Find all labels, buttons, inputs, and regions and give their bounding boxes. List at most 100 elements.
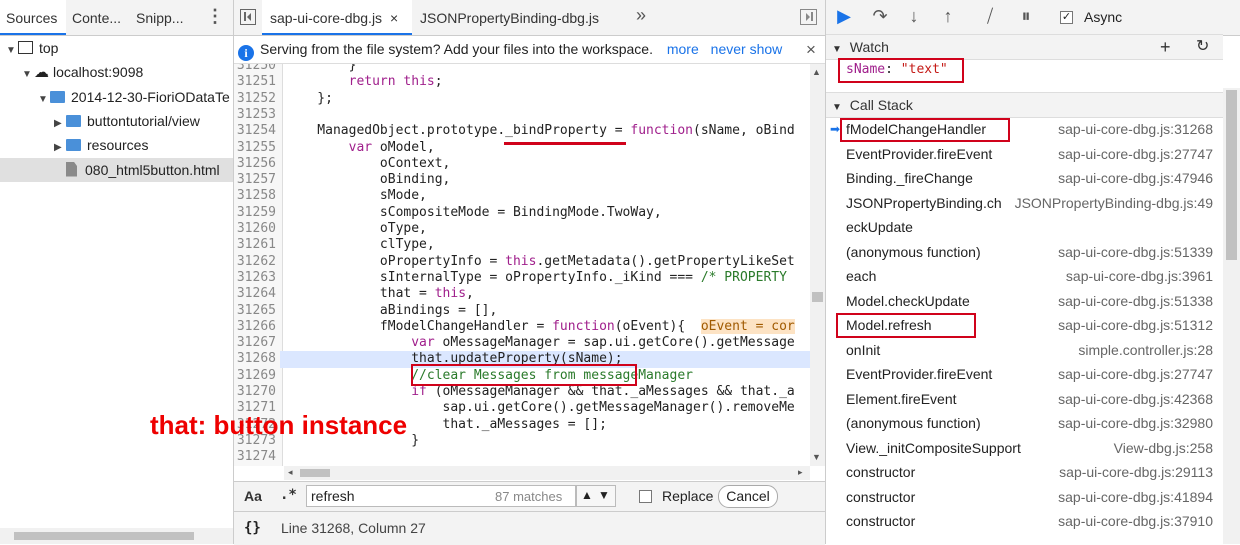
line-number[interactable]: 31264	[234, 286, 280, 303]
line-number[interactable]: 31258	[234, 188, 280, 205]
tree-item[interactable]: ▶ buttontutorial/view	[0, 109, 233, 133]
code-line[interactable]: 31270 if (oMessageManager && that._aMess…	[234, 384, 810, 401]
debugger-vscroll-thumb[interactable]	[1226, 90, 1237, 260]
frame-location[interactable]: sap-ui-core-dbg.js:32980	[1058, 411, 1213, 436]
code-line[interactable]: 31266 fModelChangeHandler = function(oEv…	[234, 318, 810, 336]
line-number[interactable]: 31257	[234, 172, 280, 189]
line-number[interactable]: 31269	[234, 367, 280, 384]
callstack-frame[interactable]: constructor sap-ui-core-dbg.js:41894	[826, 485, 1223, 510]
callstack-frame[interactable]: EventProvider.fireEvent sap-ui-core-dbg.j…	[826, 142, 1223, 167]
callstack-frame[interactable]: Model.checkUpdate sap-ui-core-dbg.js:5133…	[826, 289, 1223, 314]
editor-tab-jsonpropertybinding[interactable]: JSONPropertyBinding-dbg.js	[412, 0, 612, 35]
tree-item[interactable]: ▶ resources	[0, 133, 233, 157]
step-into-icon[interactable]: ↓	[902, 6, 926, 27]
editor-hscroll-thumb[interactable]	[300, 469, 330, 477]
debugger-vscrollbar[interactable]	[1223, 88, 1240, 544]
expand-down-icon[interactable]: ▼	[38, 88, 50, 109]
expand-down-icon[interactable]: ▼	[6, 39, 18, 60]
code-line[interactable]: 31262 oPropertyInfo = this.getMetadata()…	[234, 253, 810, 270]
code-line[interactable]: 31263 sInternalType = oPropertyInfo._iKi…	[234, 269, 810, 287]
line-number[interactable]: 31261	[234, 237, 280, 254]
line-number[interactable]: 31259	[234, 204, 280, 221]
frame-location[interactable]: sap-ui-core-dbg.js:31268	[1058, 117, 1213, 142]
frame-location[interactable]: View-dbg.js:258	[1114, 436, 1213, 461]
callstack-frame[interactable]: constructor sap-ui-core-dbg.js:37910	[826, 509, 1223, 534]
replace-checkbox[interactable]	[639, 490, 652, 503]
frame-location[interactable]: sap-ui-core-dbg.js:51338	[1058, 289, 1213, 314]
more-vert-icon[interactable]: ⋮	[206, 6, 224, 27]
line-number[interactable]: 31250	[234, 64, 280, 75]
tree-item[interactable]: ▼ ☁ localhost:9098	[0, 60, 233, 84]
code-line[interactable]: 31267 var oMessageManager = sap.ui.getCo…	[234, 335, 810, 352]
close-infobar-icon[interactable]: ×	[806, 36, 816, 63]
tree-item[interactable]: ▼ top	[0, 36, 233, 60]
watch-section-header[interactable]: ▼ Watch + ↻	[826, 34, 1223, 60]
code-line[interactable]: 31259 sCompositeMode = BindingMode.TwoWa…	[234, 204, 810, 221]
callstack-frame[interactable]: (anonymous function) sap-ui-core-dbg.js:5…	[826, 240, 1223, 265]
frame-location[interactable]: sap-ui-core-dbg.js:41894	[1058, 485, 1213, 510]
tab-sources[interactable]: Sources	[0, 0, 66, 35]
pause-on-exceptions-icon[interactable]: ⏸	[1014, 6, 1038, 27]
callstack-frame[interactable]: View._initCompositeSupport View-dbg.js:25…	[826, 436, 1223, 461]
frame-location[interactable]: sap-ui-core-dbg.js:47946	[1058, 166, 1213, 191]
scroll-right-icon[interactable]: ▸	[798, 467, 803, 478]
toggle-debugger-icon[interactable]	[800, 9, 817, 25]
add-watch-icon[interactable]: +	[1160, 35, 1171, 59]
editor-vscrollbar[interactable]: ▲ ▼	[810, 64, 825, 466]
cancel-search-button[interactable]: Cancel	[718, 485, 778, 508]
step-out-icon[interactable]: ↑	[936, 6, 960, 27]
line-number[interactable]: 31255	[234, 139, 280, 156]
scroll-down-icon[interactable]: ▼	[812, 452, 821, 462]
code-line[interactable]: 31250 }	[234, 64, 810, 75]
line-number[interactable]: 31266	[234, 318, 280, 336]
infobar-never-show-link[interactable]: never show	[711, 41, 783, 57]
code-line[interactable]: 31264 that = this,	[234, 286, 810, 303]
callstack-frame[interactable]: (anonymous function) sap-ui-core-dbg.js:3…	[826, 411, 1223, 436]
frame-location[interactable]: sap-ui-core-dbg.js:27747	[1058, 142, 1213, 167]
line-number[interactable]: 31253	[234, 106, 280, 124]
infobar-more-link[interactable]: more	[667, 41, 699, 57]
code-line[interactable]: 31257 oBinding,	[234, 172, 810, 189]
code-line[interactable]: 31260 oType,	[234, 221, 810, 238]
frame-location[interactable]: sap-ui-core-dbg.js:51312	[1058, 313, 1213, 338]
search-input[interactable]: refresh 87 matches	[306, 485, 576, 507]
frame-location[interactable]: sap-ui-core-dbg.js:29113	[1059, 460, 1213, 485]
line-number[interactable]: 31265	[234, 302, 280, 319]
callstack-frame[interactable]: eckUpdate	[826, 215, 1223, 240]
code-line[interactable]: 31261 clType,	[234, 237, 810, 254]
find-next-icon[interactable]: ▼	[598, 488, 610, 502]
callstack-frame[interactable]: constructor sap-ui-core-dbg.js:29113	[826, 460, 1223, 485]
tab-content-scripts[interactable]: Conte...	[66, 0, 130, 35]
callstack-frame[interactable]: each sap-ui-core-dbg.js:3961	[826, 264, 1223, 289]
scroll-left-icon[interactable]: ◂	[288, 467, 293, 478]
scroll-up-icon[interactable]: ▲	[812, 67, 821, 77]
callstack-frame[interactable]: Binding._fireChange sap-ui-core-dbg.js:47…	[826, 166, 1223, 191]
regex-toggle[interactable]: .*	[280, 487, 297, 503]
editor-vscroll-thumb[interactable]	[812, 292, 823, 302]
step-over-icon[interactable]: ↷	[868, 6, 892, 27]
line-number[interactable]: 31256	[234, 155, 280, 173]
callstack-frame[interactable]: EventProvider.fireEvent sap-ui-core-dbg.j…	[826, 362, 1223, 387]
line-number[interactable]: 31267	[234, 335, 280, 352]
code-line[interactable]: 31252 };	[234, 90, 810, 107]
code-line[interactable]: 31254 ManagedObject.prototype._bindPrope…	[234, 123, 810, 140]
match-case-toggle[interactable]: Aa	[244, 488, 262, 504]
code-area[interactable]: 31250 } 31251 return this; 31252 }; 31253 31…	[234, 64, 810, 466]
navigator-hscrollbar[interactable]	[0, 528, 233, 544]
line-number[interactable]: 31262	[234, 253, 280, 270]
code-line[interactable]: 31258 sMode,	[234, 188, 810, 205]
tree-item[interactable]: 080_html5button.html	[0, 157, 233, 182]
toggle-navigator-icon[interactable]	[240, 9, 256, 25]
pretty-print-button[interactable]: {}	[244, 512, 261, 544]
code-line[interactable]: 31251 return this;	[234, 74, 810, 91]
line-number[interactable]: 31260	[234, 221, 280, 238]
tree-item[interactable]: ▼ 2014-12-30-FioriODataTe	[0, 85, 233, 109]
callstack-frame[interactable]: JSONPropertyBinding.ch JSONPropertyBindin…	[826, 191, 1223, 216]
callstack-frame[interactable]: Element.fireEvent sap-ui-core-dbg.js:4236…	[826, 387, 1223, 412]
code-line[interactable]: 31256 oContext,	[234, 155, 810, 173]
frame-location[interactable]: sap-ui-core-dbg.js:37910	[1058, 509, 1213, 534]
code-line[interactable]: 31274	[234, 449, 810, 466]
line-number[interactable]: 31263	[234, 269, 280, 287]
refresh-watch-icon[interactable]: ↻	[1196, 35, 1209, 59]
expand-down-icon[interactable]: ▼	[22, 63, 34, 84]
